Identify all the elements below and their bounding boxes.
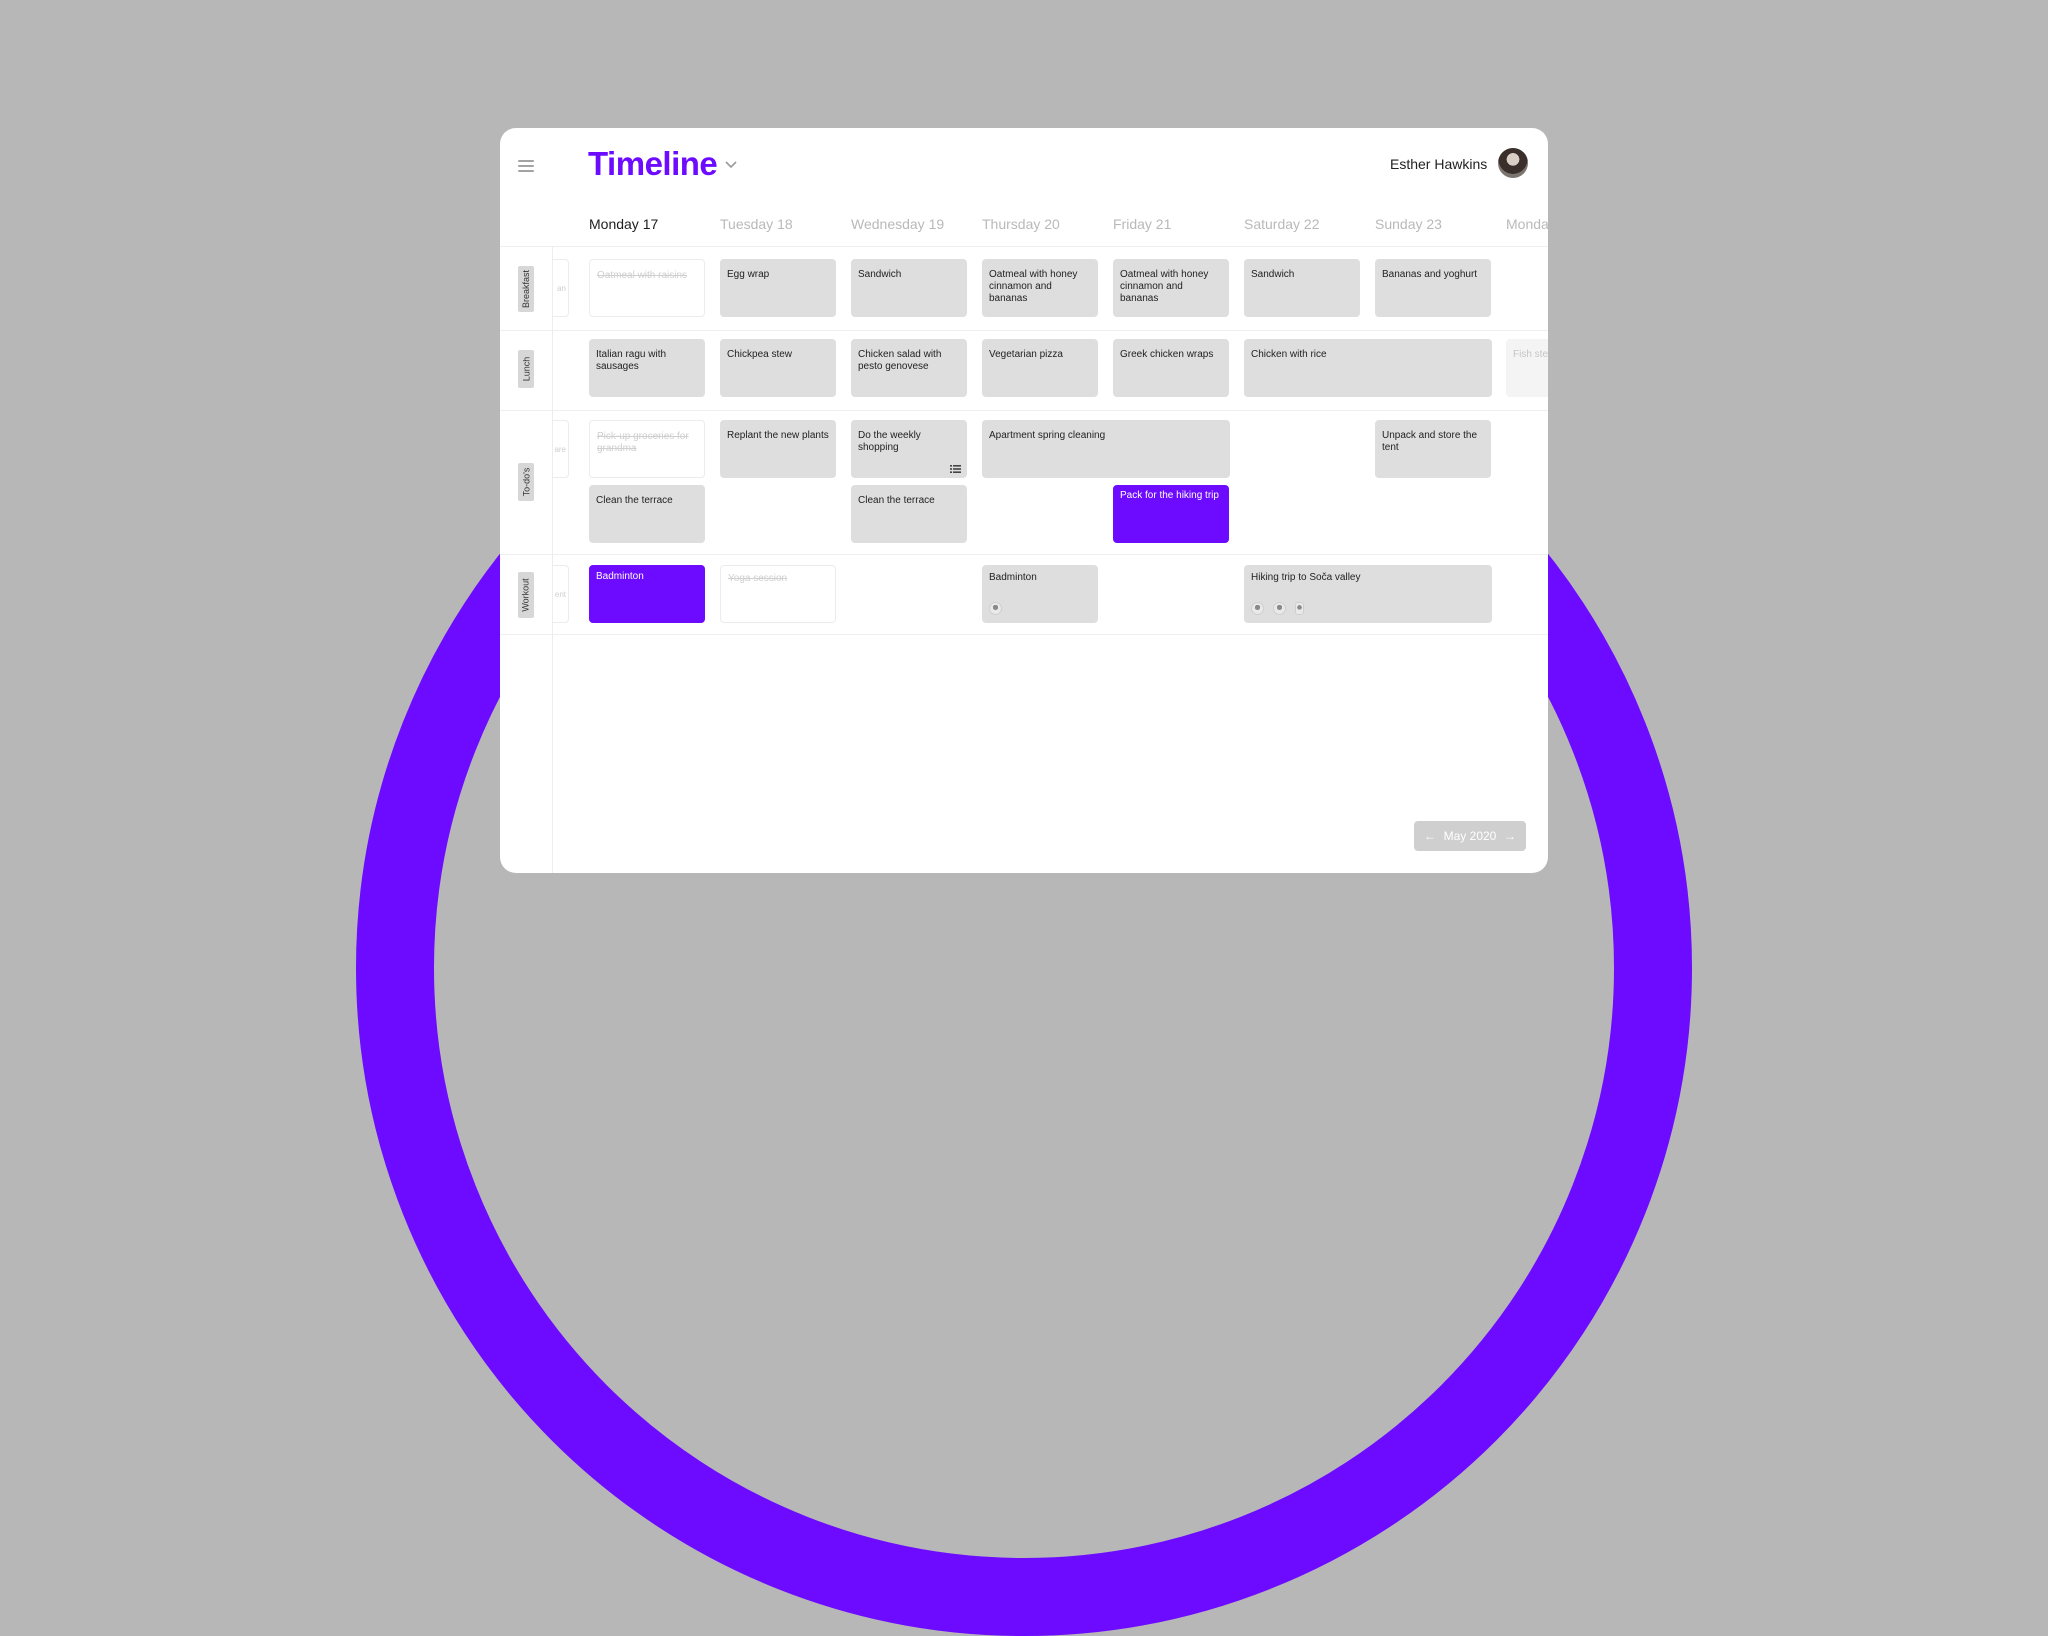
participant-avatar	[1295, 602, 1304, 615]
day-header[interactable]: Wednesday 19	[851, 216, 944, 232]
day-header[interactable]: Sunday 23	[1375, 216, 1442, 232]
next-month-button[interactable]: →	[1504, 829, 1516, 843]
event-card[interactable]: Chicken salad with pesto genovese	[851, 339, 967, 397]
event-card[interactable]: Yoga session	[720, 565, 836, 623]
participant-avatar	[1273, 602, 1286, 615]
event-card[interactable]: Unpack and store the tent	[1375, 420, 1491, 478]
event-card[interactable]: Do the weekly shopping	[851, 420, 967, 478]
divider	[500, 410, 1548, 411]
divider	[500, 554, 1548, 555]
event-card[interactable]: Oatmeal with raisins	[589, 259, 705, 317]
month-label: May 2020	[1443, 829, 1497, 843]
user-avatar[interactable]	[1498, 148, 1528, 178]
row-label-workout: Workout	[518, 572, 534, 618]
row-label-todos: To-do's	[518, 463, 534, 501]
row-label-lunch: Lunch	[518, 350, 534, 388]
event-card[interactable]: Bananas and yoghurt	[1375, 259, 1491, 317]
event-card[interactable]: Clean the terrace	[589, 485, 705, 543]
event-stub[interactable]: an	[553, 259, 569, 317]
event-title: Hiking trip to Soča valley	[1251, 572, 1361, 583]
day-header[interactable]: Friday 21	[1113, 216, 1171, 232]
day-header[interactable]: Thursday 20	[982, 216, 1060, 232]
month-pager: ← May 2020 →	[1414, 821, 1526, 851]
event-card[interactable]: Clean the terrace	[851, 485, 967, 543]
event-card-active[interactable]: Pack for the hiking trip	[1113, 485, 1229, 543]
event-card[interactable]: Chicken with rice	[1244, 339, 1492, 397]
event-card[interactable]: Pick-up groceries for grandma	[589, 420, 705, 478]
event-card[interactable]: Badminton	[982, 565, 1098, 623]
event-card[interactable]: Italian ragu with sausages	[589, 339, 705, 397]
event-card[interactable]: Sandwich	[851, 259, 967, 317]
event-card[interactable]: Oatmeal with honey cinnamon and bananas	[1113, 259, 1229, 317]
divider	[500, 246, 1548, 247]
timeline-window: Timeline Esther Hawkins Monday 17 Tuesda…	[500, 128, 1548, 873]
day-header[interactable]: Monday 17	[589, 216, 658, 232]
divider	[552, 246, 553, 873]
event-card[interactable]: Greek chicken wraps	[1113, 339, 1229, 397]
day-header[interactable]: Saturday 22	[1244, 216, 1320, 232]
event-title: Do the weekly shopping	[858, 430, 921, 453]
event-card[interactable]: Vegetarian pizza	[982, 339, 1098, 397]
event-stub[interactable]: ent	[553, 565, 569, 623]
divider	[500, 330, 1548, 331]
event-card-active[interactable]: Badminton	[589, 565, 705, 623]
event-stub[interactable]: are	[553, 420, 569, 478]
user-name[interactable]: Esther Hawkins	[1390, 156, 1487, 172]
divider	[500, 634, 1548, 635]
participant-avatar	[1251, 602, 1264, 615]
event-title: Badminton	[989, 572, 1037, 583]
event-card[interactable]: Sandwich	[1244, 259, 1360, 317]
menu-icon[interactable]	[518, 160, 534, 172]
day-header[interactable]: Monday 24	[1506, 216, 1548, 232]
checklist-icon	[950, 465, 961, 473]
participant-avatar	[989, 602, 1002, 615]
event-card[interactable]: Oatmeal with honey cinnamon and bananas	[982, 259, 1098, 317]
event-card[interactable]: Apartment spring cleaning	[982, 420, 1230, 478]
event-card[interactable]: Fish stew	[1506, 339, 1548, 397]
chevron-down-icon[interactable]	[724, 160, 738, 170]
prev-month-button[interactable]: ←	[1424, 829, 1436, 843]
row-label-breakfast: Breakfast	[518, 266, 534, 312]
page-title: Timeline	[588, 145, 718, 182]
day-header[interactable]: Tuesday 18	[720, 216, 793, 232]
event-card[interactable]: Chickpea stew	[720, 339, 836, 397]
event-card[interactable]: Hiking trip to Soča valley	[1244, 565, 1492, 623]
event-card[interactable]: Egg wrap	[720, 259, 836, 317]
event-card[interactable]: Replant the new plants	[720, 420, 836, 478]
